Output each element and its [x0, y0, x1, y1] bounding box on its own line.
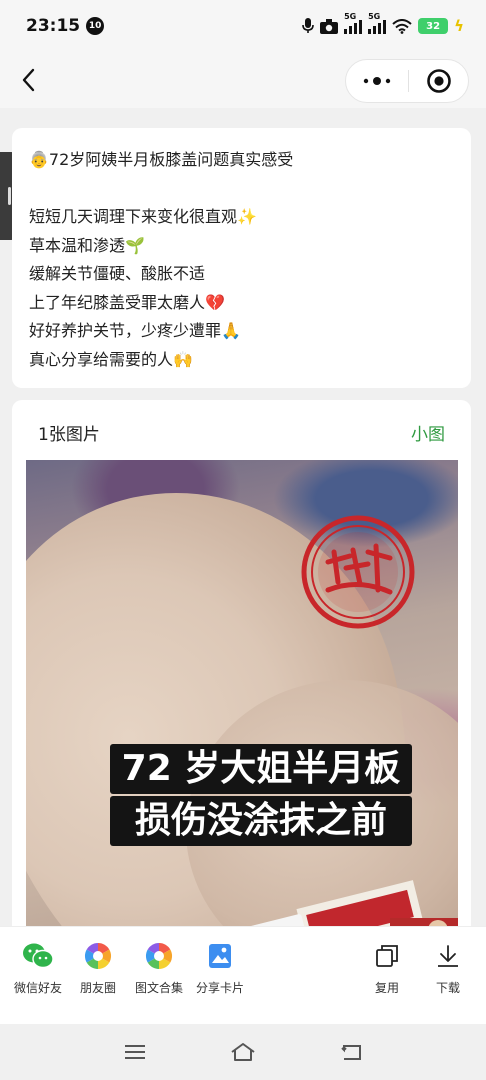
- status-bar: 23:15 10 5G 5G 32 ϟ: [0, 0, 486, 52]
- close-mini-program-button[interactable]: [409, 60, 468, 102]
- image-card: 1张图片 小图 72 岁大姐半月板 损伤没涂抹之前: [12, 400, 471, 940]
- wifi-icon: [392, 18, 412, 34]
- download-button[interactable]: 下载: [408, 941, 486, 996]
- post-title: 👵72岁阿姨半月板膝盖问题真实感受: [29, 150, 294, 169]
- signal-icon-1: 5G: [344, 12, 363, 34]
- post-line: 缓解关节僵硬、酸胀不适: [29, 264, 206, 283]
- more-button[interactable]: [346, 60, 408, 102]
- home-button[interactable]: [228, 1038, 258, 1066]
- top-nav: [0, 52, 486, 108]
- post-line: 好好养护关节，少疼少遭罪🙏: [29, 321, 241, 340]
- return-icon: [341, 1045, 361, 1060]
- post-photo[interactable]: 72 岁大姐半月板 损伤没涂抹之前: [26, 460, 458, 940]
- charging-icon: ϟ: [454, 17, 464, 35]
- download-icon: [433, 941, 463, 971]
- share-label: 复用: [374, 981, 399, 995]
- share-label: 图文合集: [134, 981, 183, 995]
- target-close-icon: [426, 69, 451, 93]
- red-seal-stamp: [301, 515, 415, 629]
- copy-icon: [372, 941, 402, 971]
- chevron-left-icon: [22, 68, 35, 92]
- image-count: 1张图片: [38, 425, 100, 445]
- recent-apps-button[interactable]: [120, 1038, 150, 1066]
- mini-program-capsule: [345, 59, 469, 103]
- post-line: 短短几天调理下来变化很直观✨: [29, 207, 257, 226]
- microphone-icon: [302, 18, 314, 33]
- camera-icon: [320, 18, 339, 34]
- collection-icon: [144, 941, 174, 971]
- share-card[interactable]: 分享卡片: [180, 941, 260, 996]
- handle-grip: [8, 187, 11, 205]
- share-label: 微信好友: [13, 981, 62, 995]
- home-icon: [231, 1043, 255, 1061]
- post-line: 上了年纪膝盖受罪太磨人💔: [29, 292, 225, 312]
- wechat-icon: [23, 941, 53, 971]
- small-image-toggle[interactable]: 小图: [411, 420, 445, 445]
- system-back-button[interactable]: [336, 1038, 366, 1066]
- status-time: 23:15: [26, 16, 81, 36]
- status-icons: 5G 5G 32 ϟ: [302, 12, 464, 35]
- moments-icon: [83, 941, 113, 971]
- system-nav-bar: [0, 1024, 486, 1080]
- more-dots-icon: [363, 77, 391, 85]
- battery-icon: 32: [418, 18, 449, 34]
- share-card-icon: [205, 941, 235, 971]
- menu-lines-icon: [125, 1045, 145, 1059]
- post-line: 真心分享给需要的人🙌: [29, 349, 193, 369]
- photo-caption-line1: 72 岁大姐半月板: [110, 744, 412, 794]
- back-button[interactable]: [14, 64, 44, 96]
- post-line: 草本温和渗透🌱: [29, 235, 145, 255]
- share-label: 下载: [435, 981, 460, 995]
- share-label: 分享卡片: [195, 981, 244, 995]
- share-bar: 微信好友 朋友圈 图文合集 分享卡片 复用 下载: [0, 926, 486, 1024]
- notification-badge: 10: [86, 17, 105, 35]
- photo-caption-line2: 损伤没涂抹之前: [110, 796, 412, 846]
- share-label: 朋友圈: [79, 981, 116, 995]
- post-text-card: 👵72岁阿姨半月板膝盖问题真实感受 短短几天调理下来变化很直观✨ 草本温和渗透🌱…: [12, 128, 471, 388]
- signal-icon-2: 5G: [368, 12, 387, 34]
